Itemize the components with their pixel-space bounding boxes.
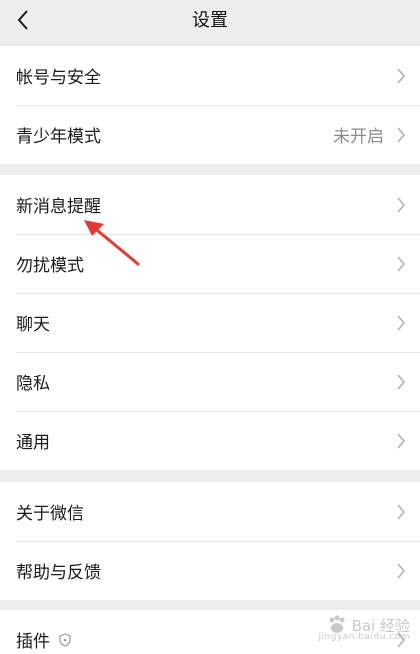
shield-icon <box>59 632 71 647</box>
navigation-bar: 设置 <box>0 0 420 46</box>
settings-group-account: 帐号与安全 青少年模式 未开启 <box>0 46 420 164</box>
settings-item-about-wechat[interactable]: 关于微信 <box>0 482 420 541</box>
settings-item-privacy[interactable]: 隐私 <box>0 352 420 411</box>
settings-item-new-message-notification[interactable]: 新消息提醒 <box>0 175 420 234</box>
chevron-right-icon <box>397 374 406 390</box>
settings-item-do-not-disturb[interactable]: 勿扰模式 <box>0 234 420 293</box>
settings-item-label: 隐私 <box>16 374 50 394</box>
settings-item-label: 新消息提醒 <box>16 197 101 217</box>
settings-group-general: 新消息提醒 勿扰模式 聊天 隐私 通用 <box>0 175 420 470</box>
settings-group-about: 关于微信 帮助与反馈 <box>0 482 420 600</box>
settings-item-label: 勿扰模式 <box>16 256 84 276</box>
chevron-right-icon <box>397 433 406 449</box>
chevron-right-icon <box>397 315 406 331</box>
settings-item-label: 关于微信 <box>16 504 84 524</box>
settings-item-account-security[interactable]: 帐号与安全 <box>0 46 420 105</box>
settings-item-chat[interactable]: 聊天 <box>0 293 420 352</box>
baidu-watermark: Bai 经验 jingyan.baidu.com <box>318 614 410 642</box>
settings-item-label: 帮助与反馈 <box>16 563 101 583</box>
settings-item-help-feedback[interactable]: 帮助与反馈 <box>0 541 420 600</box>
settings-item-label: 青少年模式 <box>16 127 101 147</box>
watermark-subtext: jingyan.baidu.com <box>318 632 410 642</box>
settings-item-teen-mode[interactable]: 青少年模式 未开启 <box>0 105 420 164</box>
chevron-right-icon <box>397 504 406 520</box>
page-title: 设置 <box>192 10 228 31</box>
chevron-right-icon <box>397 127 406 143</box>
settings-item-label: 插件 <box>16 627 72 652</box>
settings-screen: 设置 帐号与安全 青少年模式 未开启 新消息提醒 勿扰模式 聊天 隐私 通用 关… <box>0 0 420 654</box>
settings-item-label: 帐号与安全 <box>16 68 101 88</box>
plugins-label-text: 插件 <box>16 632 50 652</box>
settings-item-general[interactable]: 通用 <box>0 411 420 470</box>
chevron-right-icon <box>397 563 406 579</box>
chevron-right-icon <box>397 256 406 272</box>
settings-item-label: 聊天 <box>16 315 50 335</box>
teen-mode-status: 未开启 <box>333 127 384 147</box>
chevron-right-icon <box>397 197 406 213</box>
settings-item-label: 通用 <box>16 433 50 453</box>
chevron-right-icon <box>397 68 406 84</box>
